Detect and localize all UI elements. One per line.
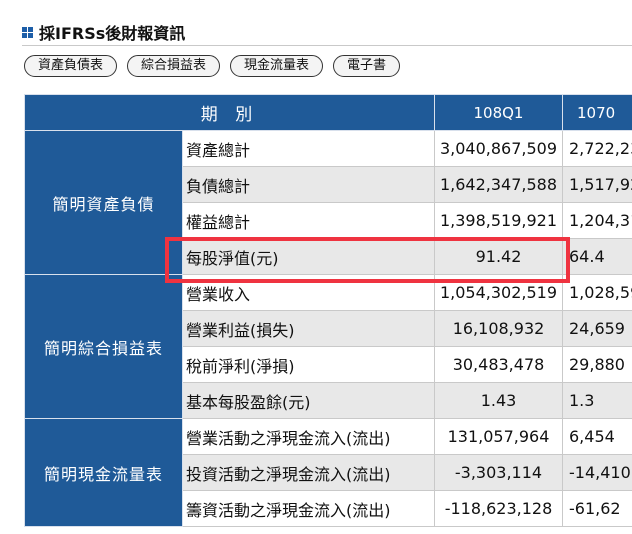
value-cell: 1,642,347,588 [434, 166, 563, 203]
value-cell: 1,398,519,921 [434, 202, 563, 239]
value-cell: 1.3 [562, 382, 632, 419]
title-divider [22, 45, 632, 46]
value-cell: 2,722,23 [562, 130, 632, 167]
balance-sheet-button[interactable]: 資產負債表 [24, 55, 118, 77]
column-header[interactable]: 108Q1 [434, 94, 563, 131]
table-header-row: 期 別 108Q1 1070 [24, 94, 632, 131]
financial-summary-table: 期 別 108Q1 1070 簡明資產負債 資產總計 3,040,867,509 2,… [24, 94, 632, 527]
cash-flow-button[interactable]: 現金流量表 [230, 55, 324, 77]
value-cell: 6,454 [562, 418, 632, 455]
value-cell: 24,659 [562, 310, 632, 347]
table-row: 簡明綜合損益表營業收入1,054,302,5191,028,59 [24, 274, 632, 419]
financial-summary-table-container: 期 別 108Q1 1070 簡明資產負債 資產總計 3,040,867,509 2,… [24, 94, 632, 534]
value-cell: 3,040,867,509 [434, 130, 563, 167]
row-group-label: 簡明綜合損益表 [24, 274, 183, 419]
row-label: 稅前淨利(淨損) [182, 346, 435, 383]
income-statement-button[interactable]: 綜合損益表 [127, 55, 221, 77]
row-label: 營業活動之淨現金流入(流出) [182, 418, 435, 455]
table-row: 簡明資產負債資產總計3,040,867,5092,722,23 [24, 130, 632, 275]
row-group-label: 簡明現金流量表 [24, 418, 183, 527]
column-header[interactable]: 1070 [562, 94, 632, 131]
report-button-row: 資產負債表 綜合損益表 現金流量表 電子書 [24, 55, 401, 77]
value-cell: 64.4 [562, 238, 632, 275]
section-title: 採IFRSs後財報資訊 [39, 24, 186, 43]
value-cell: 131,057,964 [434, 418, 563, 455]
value-cell: 30,483,478 [434, 346, 563, 383]
value-cell: 91.42 [434, 238, 563, 275]
ebook-button[interactable]: 電子書 [333, 55, 401, 77]
table-body: 簡明資產負債資產總計3,040,867,5092,722,23負債總計1,642… [24, 130, 632, 527]
row-group-label: 簡明資產負債 [24, 130, 183, 275]
row-label: 基本每股盈餘(元) [182, 382, 435, 419]
value-cell: 1,517,92 [562, 166, 632, 203]
blue-squares-icon [22, 26, 33, 38]
value-cell: 1,204,31 [562, 202, 632, 239]
row-label: 營業利益(損失) [182, 310, 435, 347]
row-label: 投資活動之淨現金流入(流出) [182, 454, 435, 491]
section-header: 採IFRSs後財報資訊 [22, 20, 622, 44]
value-cell: 29,880 [562, 346, 632, 383]
row-label: 每股淨值(元) [182, 238, 435, 275]
table-row: 簡明現金流量表 營業活動之淨現金流入(流出) 131,057,964 6,454 [24, 418, 632, 527]
value-cell: -118,623,128 [434, 490, 563, 527]
row-label: 營業收入 [182, 274, 435, 311]
period-header: 期 別 [24, 94, 435, 131]
value-cell: 1.43 [434, 382, 563, 419]
row-label: 權益總計 [182, 202, 435, 239]
value-cell: -14,410 [562, 454, 632, 491]
row-label: 籌資活動之淨現金流入(流出) [182, 490, 435, 527]
row-label: 負債總計 [182, 166, 435, 203]
value-cell: -3,303,114 [434, 454, 563, 491]
row-label: 資產總計 [182, 130, 435, 167]
value-cell: -61,62 [562, 490, 632, 527]
value-cell: 1,028,59 [562, 274, 632, 311]
value-cell: 1,054,302,519 [434, 274, 563, 311]
value-cell: 16,108,932 [434, 310, 563, 347]
